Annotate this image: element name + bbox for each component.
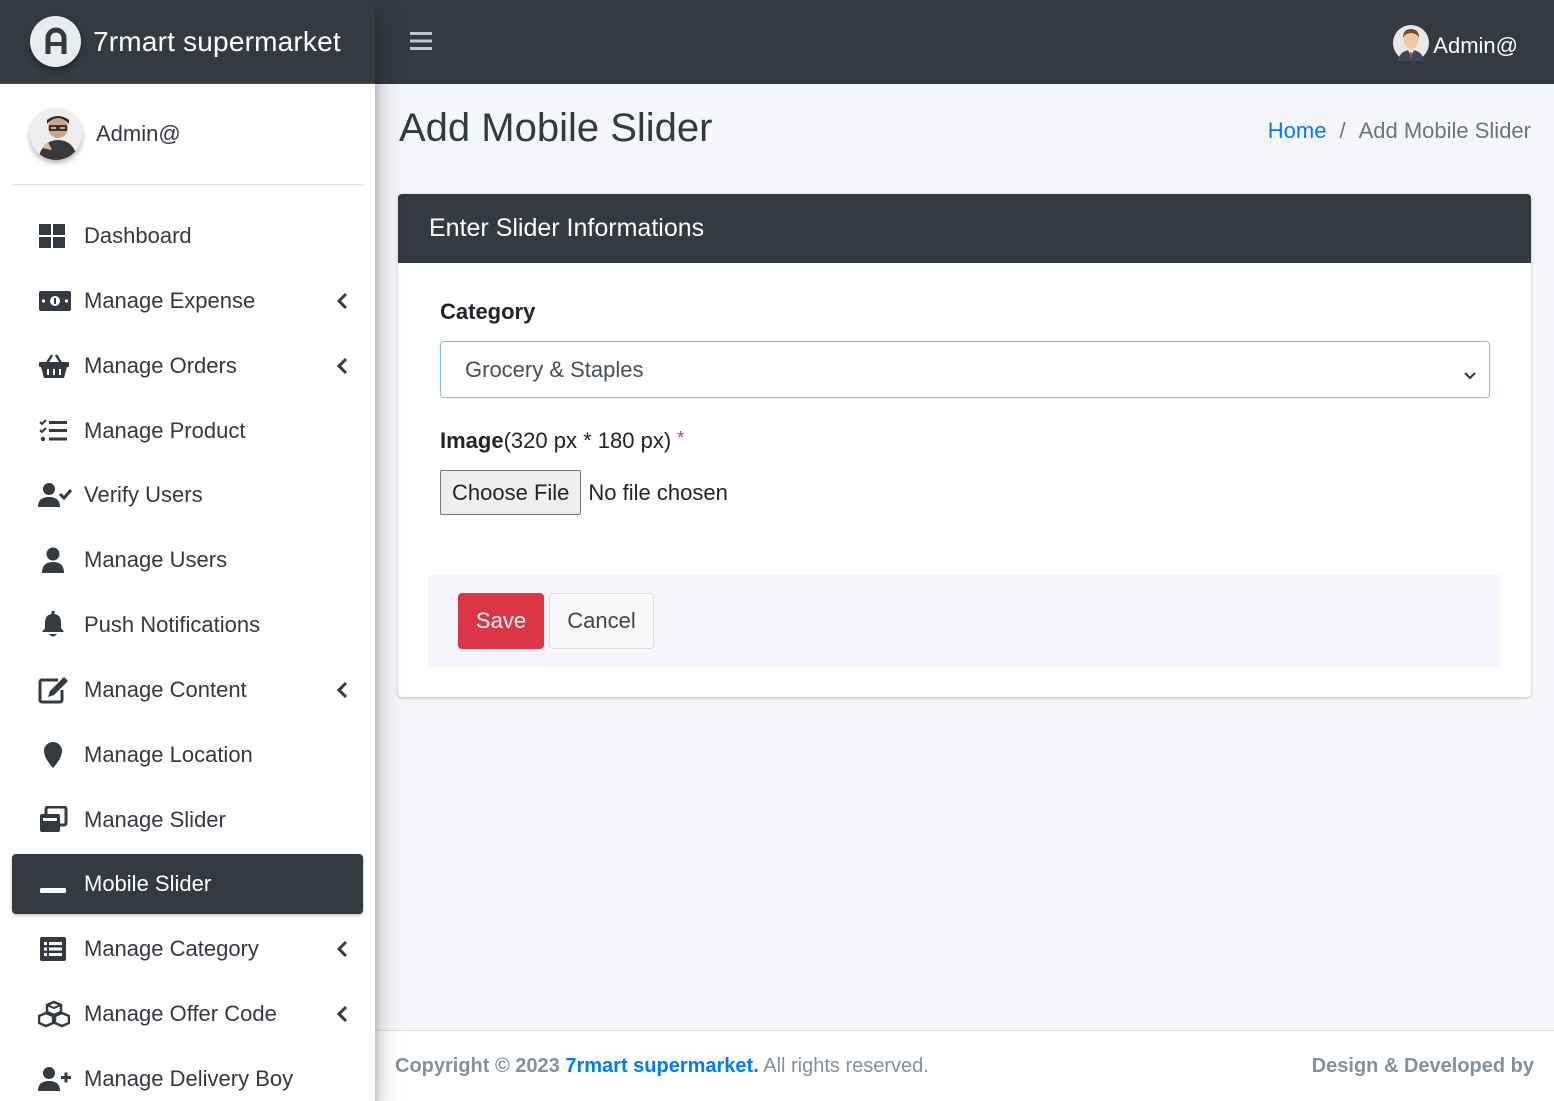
top-user-menu[interactable]: Admin@	[1393, 25, 1518, 66]
category-selected-value: Grocery & Staples	[465, 356, 644, 382]
sidebar-item-label: Manage Slider	[84, 806, 226, 832]
file-status-text: No file chosen	[588, 479, 728, 505]
brand-name: 7rmart supermarket	[93, 25, 341, 57]
sidebar-item-label: Manage Location	[84, 741, 253, 767]
sidebar-item-label: Manage Delivery Boy	[84, 1065, 294, 1091]
page-title: Add Mobile Slider	[399, 106, 713, 150]
brand-link[interactable]: 7rmart supermarket	[0, 0, 375, 84]
sidebar-item-label: Manage Category	[84, 936, 259, 962]
sidebar-item-manage-location[interactable]: Manage Location	[12, 725, 363, 785]
edit-icon	[38, 675, 72, 705]
image-label-title: Image	[440, 428, 504, 453]
basket-icon	[38, 351, 72, 381]
breadcrumb: Home / Add Mobile Slider	[1268, 118, 1531, 144]
breadcrumb-current: Add Mobile Slider	[1358, 118, 1531, 143]
card-header: Enter Slider Informations	[398, 194, 1531, 263]
window-restore-icon	[38, 805, 72, 835]
save-button[interactable]: Save	[458, 593, 544, 649]
task-list-icon	[38, 416, 72, 446]
sidebar-item-manage-expense[interactable]: Manage Expense	[12, 271, 363, 331]
map-marker-icon	[38, 740, 72, 770]
sidebar-user-name: Admin@	[96, 121, 181, 146]
minus-icon	[38, 869, 72, 899]
category-select[interactable]: Grocery & Staples	[440, 341, 1490, 398]
user-avatar	[30, 108, 82, 160]
chevron-down-icon	[1463, 363, 1477, 380]
sidebar-item-manage-delivery-boy[interactable]: Manage Delivery Boy	[12, 1049, 363, 1101]
required-asterisk: *	[677, 428, 685, 448]
image-file-input: Choose File No file chosen	[440, 470, 728, 515]
category-label: Category	[440, 299, 536, 324]
list-alt-icon	[38, 934, 72, 964]
breadcrumb-home-link[interactable]: Home	[1268, 118, 1327, 144]
sidebar-item-label: Manage Expense	[84, 287, 256, 313]
slider-form-card: Enter Slider Informations Category Groce…	[398, 194, 1531, 697]
copyright-prefix: Copyright © 2023	[395, 1055, 566, 1077]
sidebar-item-label: Manage Users	[84, 547, 228, 573]
sidebar: 7rmart supermarket Admin@ Dashboard Mana…	[0, 0, 375, 1101]
user-check-icon	[38, 480, 72, 510]
chevron-left-icon	[335, 291, 351, 311]
sidebar-item-label: Mobile Slider	[84, 871, 212, 897]
sidebar-item-label: Manage Orders	[84, 352, 237, 378]
page-footer: Copyright © 2023 7rmart supermarket. All…	[375, 1030, 1554, 1101]
chevron-left-icon	[335, 939, 351, 959]
sidebar-item-label: Push Notifications	[84, 612, 261, 638]
top-user-name: Admin@	[1433, 32, 1518, 58]
sidebar-nav: Dashboard Manage Expense Manage Orders M…	[0, 185, 375, 1101]
sidebar-item-manage-slider[interactable]: Manage Slider	[12, 790, 363, 850]
chevron-left-icon	[335, 1004, 351, 1024]
sidebar-item-manage-users[interactable]: Manage Users	[12, 530, 363, 590]
image-label: Image(320 px * 180 px) *	[440, 428, 684, 454]
cubes-icon	[38, 999, 72, 1029]
sidebar-item-manage-category[interactable]: Manage Category	[12, 919, 363, 979]
sidebar-item-label: Manage Product	[84, 417, 246, 443]
copyright-text: Copyright © 2023 7rmart supermarket. All…	[395, 1055, 929, 1078]
sidebar-item-mobile-slider[interactable]: Mobile Slider	[12, 854, 363, 915]
brand-logo-icon	[30, 16, 81, 67]
user-plus-icon	[38, 1064, 72, 1094]
form-actions: Save Cancel	[428, 575, 1501, 667]
sidebar-item-manage-orders[interactable]: Manage Orders	[12, 336, 363, 396]
footer-brand-link[interactable]: 7rmart supermarket.	[565, 1055, 758, 1077]
sidebar-item-verify-users[interactable]: Verify Users	[12, 465, 363, 525]
user-icon	[38, 545, 72, 575]
sidebar-item-push-notifications[interactable]: Push Notifications	[12, 595, 363, 655]
card-body: Category Grocery & Staples Image(320 px …	[398, 263, 1531, 697]
choose-file-button[interactable]: Choose File	[440, 470, 582, 515]
cancel-button[interactable]: Cancel	[549, 593, 654, 649]
image-size-hint: (320 px * 180 px)	[503, 428, 672, 453]
money-bill-icon	[38, 286, 72, 316]
sidebar-item-label: Manage Content	[84, 676, 247, 702]
sidebar-item-manage-product[interactable]: Manage Product	[12, 401, 363, 461]
sidebar-item-dashboard[interactable]: Dashboard	[12, 206, 363, 266]
breadcrumb-separator: /	[1339, 118, 1346, 143]
chevron-left-icon	[335, 356, 351, 376]
chevron-left-icon	[335, 680, 351, 700]
sidebar-item-manage-offer-code[interactable]: Manage Offer Code	[12, 984, 363, 1044]
main-content: Add Mobile Slider Home / Add Mobile Slid…	[375, 84, 1554, 1030]
hamburger-menu-icon[interactable]	[410, 30, 434, 52]
sidebar-item-label: Verify Users	[84, 482, 203, 508]
credit-text: Design & Developed by	[1311, 1055, 1534, 1077]
top-navbar: Admin@	[375, 0, 1554, 84]
copyright-suffix: All rights reserved.	[758, 1055, 929, 1077]
top-user-avatar	[1393, 25, 1430, 66]
dashboard-icon	[38, 221, 72, 251]
sidebar-item-manage-content[interactable]: Manage Content	[12, 660, 363, 720]
sidebar-user-panel[interactable]: Admin@	[12, 84, 363, 185]
bell-icon	[38, 610, 72, 640]
sidebar-item-label: Dashboard	[84, 223, 192, 248]
sidebar-item-label: Manage Offer Code	[84, 1001, 277, 1027]
